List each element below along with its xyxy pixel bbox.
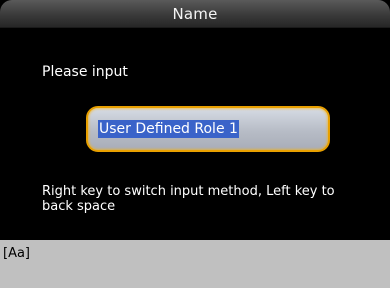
input-method-indicator: [Aa]	[3, 246, 31, 261]
input-method-bar: [Aa]	[0, 240, 390, 288]
window-title: Name	[172, 5, 218, 23]
screen: Name Please input User Defined Role 1 Ri…	[0, 0, 390, 288]
title-bar: Name	[0, 0, 390, 28]
name-input-value: User Defined Role 1	[98, 120, 239, 138]
input-hint: Right key to switch input method, Left k…	[42, 184, 335, 214]
input-prompt: Please input	[42, 64, 128, 80]
name-input-field[interactable]: User Defined Role 1	[86, 106, 330, 152]
